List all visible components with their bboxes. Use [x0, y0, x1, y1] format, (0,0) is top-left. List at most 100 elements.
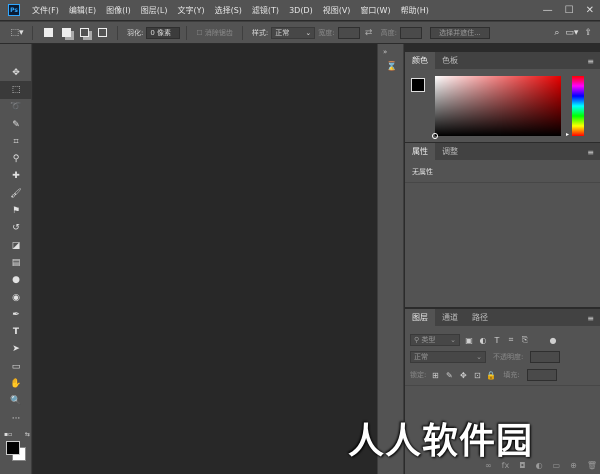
eraser-tool-icon[interactable]: ◪ [0, 237, 32, 254]
foreground-color-swatch[interactable] [6, 441, 20, 455]
menu-edit[interactable]: 编辑(E) [69, 5, 96, 16]
panel-menu-icon[interactable]: ≡ [587, 148, 594, 157]
eyedropper-tool-icon[interactable]: ⚲ [0, 150, 32, 167]
document-canvas[interactable] [33, 44, 377, 474]
lasso-tool-icon[interactable]: ➰ [0, 99, 32, 116]
menu-image[interactable]: 图像(I) [106, 5, 131, 16]
color-picker-handle[interactable] [432, 133, 438, 139]
layer-kind-select[interactable]: ⚲ 类型 ⌄ [410, 334, 460, 346]
search-icon[interactable]: ⌕ [554, 28, 559, 38]
hand-tool-icon[interactable]: ✋ [0, 375, 32, 392]
new-layer-icon[interactable]: ⊕ [570, 461, 577, 470]
menu-layer[interactable]: 图层(L) [141, 5, 168, 16]
menu-view[interactable]: 视图(V) [323, 5, 351, 16]
blend-mode-select[interactable]: 正常 ⌄ [410, 351, 486, 363]
tab-properties[interactable]: 属性 [405, 143, 435, 160]
lock-artboard-icon[interactable]: ⊡ [472, 370, 482, 380]
tab-layers[interactable]: 图层 [405, 309, 435, 326]
menu-type[interactable]: 文字(Y) [177, 5, 204, 16]
trash-icon[interactable]: 🗑 [587, 461, 597, 470]
menu-3d[interactable]: 3D(D) [289, 6, 313, 15]
move-tool-icon[interactable]: ✥ [0, 64, 32, 81]
lock-position-icon[interactable]: ✥ [458, 370, 468, 380]
select-and-mask-button[interactable]: 选择并遮住... [429, 26, 490, 39]
new-selection-icon[interactable] [39, 26, 57, 40]
shape-filter-icon[interactable]: ⌗ [506, 335, 516, 345]
divider [241, 25, 243, 40]
menu-filter[interactable]: 滤镜(T) [252, 5, 279, 16]
filter-toggle-icon[interactable]: ● [548, 335, 558, 345]
quick-select-tool-icon[interactable]: ✎ [0, 116, 32, 133]
blend-row: 正常 ⌄ 不透明度: [410, 351, 561, 363]
pen-tool-icon[interactable]: ✒ [0, 306, 32, 323]
hue-slider[interactable]: ▸ [566, 76, 584, 138]
subtract-selection-icon[interactable] [75, 26, 93, 40]
default-colors-icon[interactable]: ▪▫ [4, 431, 12, 438]
tab-channels[interactable]: 通道 [435, 309, 465, 326]
panel-menu-icon[interactable]: ≡ [587, 57, 594, 66]
history-brush-tool-icon[interactable]: ↺ [0, 220, 32, 237]
swap-colors-icon[interactable]: ⇆ [25, 431, 30, 438]
tab-paths[interactable]: 路径 [465, 309, 495, 326]
feather-input[interactable]: 0 像素 [146, 26, 181, 39]
more-tools-icon[interactable]: ··· [0, 410, 32, 427]
color-fg-bg[interactable] [411, 78, 435, 102]
divider [117, 25, 118, 40]
tab-color[interactable]: 颜色 [405, 52, 435, 69]
menu-select[interactable]: 选择(S) [215, 5, 242, 16]
zoom-tool-icon[interactable]: 🔍 [0, 393, 32, 410]
menu-file[interactable]: 文件(F) [32, 5, 59, 16]
opacity-input[interactable] [530, 351, 561, 363]
dodge-tool-icon[interactable]: ◉ [0, 289, 32, 306]
swap-icon[interactable]: ⇄ [360, 26, 378, 40]
chevron-down-icon: ⌄ [476, 353, 482, 361]
divider [405, 385, 600, 386]
brush-tool-icon[interactable]: 🖌 [0, 185, 32, 202]
style-select[interactable]: 正常 ⌄ [271, 26, 316, 39]
hue-marker-icon[interactable]: ▸ [566, 131, 569, 138]
pixel-filter-icon[interactable]: ▣ [464, 335, 474, 345]
lock-transparent-icon[interactable]: ⊞ [430, 370, 440, 380]
foreground-color[interactable] [411, 78, 425, 92]
lock-all-icon[interactable]: 🔒 [486, 370, 496, 380]
fill-input[interactable] [526, 369, 557, 381]
crop-tool-icon[interactable]: ⌗ [0, 133, 32, 150]
panel-menu-icon[interactable]: ≡ [587, 314, 594, 323]
height-input[interactable] [399, 26, 422, 39]
color-field[interactable] [432, 76, 561, 139]
marquee-preset-icon[interactable]: ⬚▾ [8, 26, 26, 40]
shape-tool-icon[interactable]: ▭ [0, 358, 32, 375]
width-input[interactable] [337, 26, 360, 39]
chevron-down-icon: ⌄ [305, 28, 312, 37]
adjustment-filter-icon[interactable]: ◐ [478, 335, 488, 345]
tab-swatches[interactable]: 色板 [435, 52, 465, 69]
app-logo: Ps [8, 4, 20, 16]
stamp-tool-icon[interactable]: ⚑ [0, 202, 32, 219]
share-icon[interactable]: ⇪ [584, 28, 592, 38]
healing-tool-icon[interactable]: ✚ [0, 168, 32, 185]
workspace-icon[interactable]: ▭▾ [565, 28, 578, 38]
path-select-tool-icon[interactable]: ➤ [0, 341, 32, 358]
adjustment-icon[interactable]: ◐ [536, 461, 543, 470]
minimize-button[interactable]: — [543, 5, 553, 16]
tab-adjustments[interactable]: 调整 [435, 143, 465, 160]
intersect-selection-icon[interactable] [93, 26, 111, 40]
history-panel-icon[interactable]: ⌛ [386, 62, 397, 72]
smart-object-filter-icon[interactable]: ⎘ [520, 335, 530, 345]
lock-pixels-icon[interactable]: ✎ [444, 370, 454, 380]
close-button[interactable]: ✕ [586, 5, 594, 16]
color-swatches[interactable]: ▪▫ ⇆ [4, 429, 30, 469]
add-selection-icon[interactable] [57, 26, 75, 40]
lock-label: 锁定: [410, 371, 427, 379]
menu-window[interactable]: 窗口(W) [360, 5, 390, 16]
folder-icon[interactable]: ▭ [553, 461, 561, 470]
blur-tool-icon[interactable]: ● [0, 272, 32, 289]
maximize-button[interactable]: ☐ [565, 5, 574, 16]
marquee-tool-icon[interactable]: ⬚ [0, 81, 32, 99]
gradient-tool-icon[interactable]: ▤ [0, 254, 32, 271]
menu-help[interactable]: 帮助(H) [401, 5, 429, 16]
type-filter-icon[interactable]: T [492, 335, 502, 345]
type-tool-icon[interactable]: T [0, 323, 32, 340]
collapse-icon[interactable]: » [383, 48, 387, 56]
properties-body: 无属性 [405, 160, 600, 307]
